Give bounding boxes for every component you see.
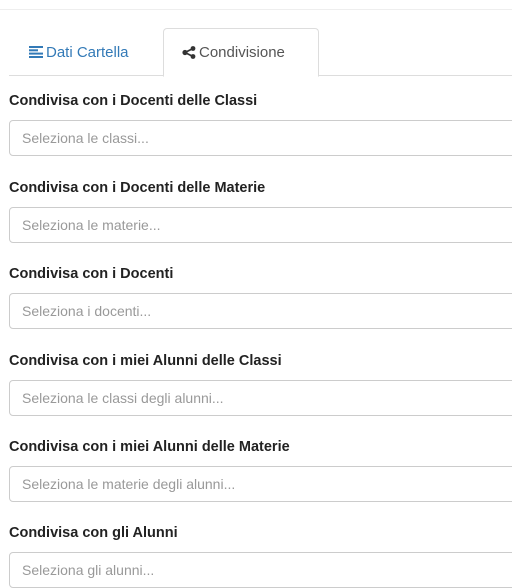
docenti-materie-placeholder: Seleziona le materie... bbox=[22, 217, 161, 233]
docenti-classi-label: Condivisa con i Docenti delle Classi bbox=[9, 93, 258, 109]
alunni-select[interactable]: Seleziona gli alunni... bbox=[9, 552, 512, 588]
alunni-classi-placeholder: Seleziona le classi degli alunni... bbox=[22, 390, 224, 406]
docenti-placeholder: Seleziona i docenti... bbox=[22, 303, 152, 319]
top-divider bbox=[0, 9, 512, 10]
alunni-classi-label: Condivisa con i miei Alunni delle Classi bbox=[9, 353, 282, 369]
docenti-materie-label: Condivisa con i Docenti delle Materie bbox=[9, 180, 266, 196]
alunni-materie-placeholder: Seleziona le materie degli alunni... bbox=[22, 476, 236, 492]
alunni-materie-label: Condivisa con i miei Alunni delle Materi… bbox=[9, 439, 290, 455]
docenti-classi-select[interactable]: Seleziona le classi... bbox=[9, 120, 512, 156]
tab-condivisione-label: Condivisione bbox=[199, 44, 285, 61]
alunni-classi-select[interactable]: Seleziona le classi degli alunni... bbox=[9, 380, 512, 416]
docenti-label: Condivisa con i Docenti bbox=[9, 266, 174, 282]
alunni-materie-select[interactable]: Seleziona le materie degli alunni... bbox=[9, 466, 512, 502]
docenti-select[interactable]: Seleziona i docenti... bbox=[9, 293, 512, 329]
tab-dati-cartella[interactable]: Dati Cartella bbox=[9, 28, 155, 76]
tab-dati-cartella-label: Dati Cartella bbox=[46, 43, 129, 61]
align-left-icon bbox=[29, 46, 43, 58]
docenti-materie-select[interactable]: Seleziona le materie... bbox=[9, 207, 512, 243]
alunni-label: Condivisa con gli Alunni bbox=[9, 525, 178, 541]
alunni-placeholder: Seleziona gli alunni... bbox=[22, 562, 155, 578]
tab-bar: Dati Cartella Condivisione bbox=[9, 28, 512, 77]
tab-condivisione[interactable]: Condivisione bbox=[163, 28, 319, 77]
share-icon bbox=[182, 46, 196, 59]
docenti-classi-placeholder: Seleziona le classi... bbox=[22, 130, 149, 146]
